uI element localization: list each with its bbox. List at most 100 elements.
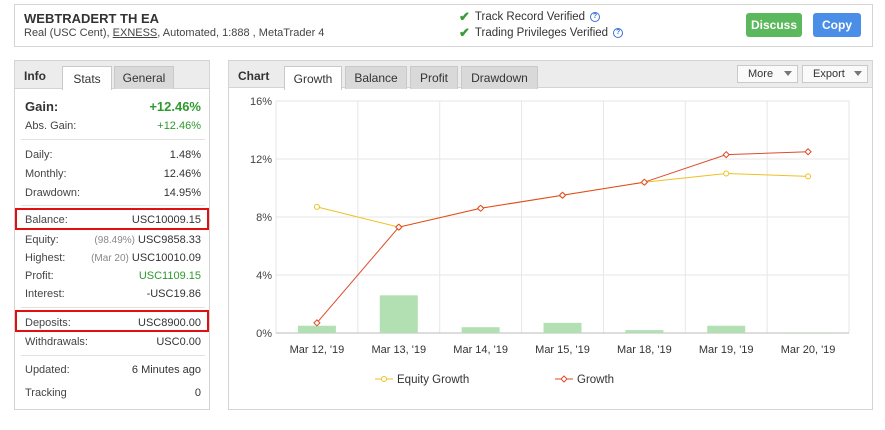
growth-bar — [625, 330, 664, 333]
updated-value: 6 Minutes ago — [131, 364, 201, 376]
highest-date: (Mar 20) — [91, 253, 129, 264]
deposits-row: Deposits: USC8900.00 — [25, 317, 201, 329]
divider — [21, 205, 205, 206]
x-tick-label: Mar 15, '19 — [535, 344, 590, 356]
export-dropdown[interactable]: Export — [802, 65, 868, 83]
chart-panel: Chart Growth Balance Profit Drawdown Mor… — [228, 60, 873, 410]
system-name: WEBTRADERT TH EA — [24, 11, 160, 26]
tab-stats[interactable]: Stats — [62, 66, 112, 90]
account-details: , Automated, 1:888 , MetaTrader 4 — [157, 27, 325, 39]
y-tick-label: 4% — [256, 270, 272, 282]
legend-label: Growth — [577, 374, 614, 386]
track-record-status: ✔ Track Record Verified ? — [459, 9, 601, 25]
gain-label: Gain: — [25, 99, 59, 114]
profit-row: Profit: USC1109.15 — [25, 270, 201, 282]
info-panel: Info Stats General Gain: +12.46% Abs. Ga… — [14, 60, 210, 410]
highest-row: Highest: (Mar 20) USC10010.09 — [25, 252, 201, 264]
divider — [21, 307, 205, 308]
legend-label: Equity Growth — [397, 374, 469, 386]
chart-tabbar: Chart Growth Balance Profit Drawdown Mor… — [229, 61, 872, 90]
legend-marker — [560, 375, 568, 383]
copy-button[interactable]: Copy — [813, 13, 861, 37]
x-tick-label: Mar 19, '19 — [699, 344, 754, 356]
trading-privileges-status: ✔ Trading Privileges Verified ? — [459, 25, 624, 41]
x-tick-label: Mar 18, '19 — [617, 344, 672, 356]
growth-bar — [543, 322, 582, 333]
monthly-value: 12.46% — [163, 168, 201, 180]
highest-value: USC10010.09 — [131, 252, 201, 264]
daily-value: 1.48% — [169, 149, 201, 161]
divider — [21, 355, 205, 356]
drawdown-label: Drawdown: — [25, 187, 81, 199]
growth-point — [722, 150, 730, 159]
balance-row: Balance: USC10009.15 — [25, 214, 201, 226]
withdrawals-label: Withdrawals: — [25, 336, 88, 348]
growth-bar — [297, 325, 336, 333]
drawdown-value: 14.95% — [163, 187, 201, 199]
monthly-row: Monthly: 12.46% — [25, 168, 201, 180]
chevron-down-icon — [784, 71, 792, 76]
y-tick-label: 0% — [256, 328, 272, 340]
equity-label: Equity: — [25, 234, 59, 246]
abs-gain-row: Abs. Gain: +12.46% — [25, 120, 201, 132]
check-icon: ✔ — [459, 9, 470, 24]
x-tick-label: Mar 13, '19 — [371, 344, 426, 356]
chart-title: Chart — [238, 69, 270, 83]
highest-label: Highest: — [25, 252, 66, 264]
x-tick-label: Mar 20, '19 — [781, 344, 836, 356]
tab-profit[interactable]: Profit — [410, 66, 458, 89]
daily-row: Daily: 1.48% — [25, 149, 201, 161]
growth-bar — [461, 327, 500, 333]
interest-label: Interest: — [25, 288, 65, 300]
info-tabbar: Info Stats General — [15, 61, 209, 90]
y-tick-label: 12% — [250, 154, 272, 166]
equity-percent: (98.49%) — [94, 235, 135, 246]
equity-growth-point — [723, 170, 730, 177]
daily-label: Daily: — [25, 149, 53, 161]
track-record-label: Track Record Verified — [474, 11, 586, 23]
equity-growth-point — [805, 173, 812, 180]
withdrawals-row: Withdrawals: USC0.00 — [25, 336, 201, 348]
tab-general[interactable]: General — [114, 66, 174, 89]
tracking-row: Tracking 0 — [25, 387, 201, 399]
profit-label: Profit: — [25, 270, 54, 282]
chevron-down-icon — [854, 71, 862, 76]
deposits-value: USC8900.00 — [138, 317, 201, 329]
discuss-button[interactable]: Discuss — [746, 13, 802, 37]
balance-label: Balance: — [25, 214, 68, 226]
help-icon[interactable]: ? — [613, 28, 624, 38]
growth-bar — [789, 332, 828, 333]
system-meta: Real (USC Cent), EXNESS, Automated, 1:88… — [24, 27, 324, 39]
more-label: More — [748, 68, 774, 80]
equity-growth-point — [313, 203, 320, 210]
abs-gain-label: Abs. Gain: — [25, 120, 77, 132]
y-tick-label: 8% — [256, 212, 272, 224]
equity-growth-line — [316, 172, 809, 228]
broker-link[interactable]: EXNESS — [113, 27, 158, 39]
more-dropdown[interactable]: More — [737, 65, 798, 83]
help-icon[interactable]: ? — [590, 12, 601, 22]
divider — [21, 139, 205, 140]
updated-row: Updated: 6 Minutes ago — [25, 364, 201, 376]
system-header: WEBTRADERT TH EA Real (USC Cent), EXNESS… — [14, 4, 873, 47]
export-label: Export — [813, 68, 845, 80]
deposits-label: Deposits: — [25, 317, 71, 329]
tab-growth[interactable]: Growth — [284, 66, 342, 90]
gain-row: Gain: +12.46% — [25, 99, 201, 114]
legend-marker — [381, 376, 387, 382]
interest-value: -USC19.86 — [146, 288, 201, 300]
updated-label: Updated: — [25, 364, 70, 376]
withdrawals-value: USC0.00 — [156, 336, 201, 348]
trading-privileges-label: Trading Privileges Verified — [474, 27, 609, 39]
x-tick-label: Mar 12, '19 — [290, 344, 345, 356]
tracking-label: Tracking — [25, 387, 67, 399]
x-tick-label: Mar 14, '19 — [453, 344, 508, 356]
growth-point — [804, 148, 812, 156]
abs-gain-value: +12.46% — [157, 120, 201, 132]
growth-bar — [707, 325, 746, 333]
balance-value: USC10009.15 — [131, 214, 201, 226]
y-tick-label: 16% — [250, 96, 272, 108]
tab-drawdown[interactable]: Drawdown — [461, 66, 538, 89]
tab-balance[interactable]: Balance — [345, 66, 407, 89]
monthly-label: Monthly: — [25, 168, 67, 180]
